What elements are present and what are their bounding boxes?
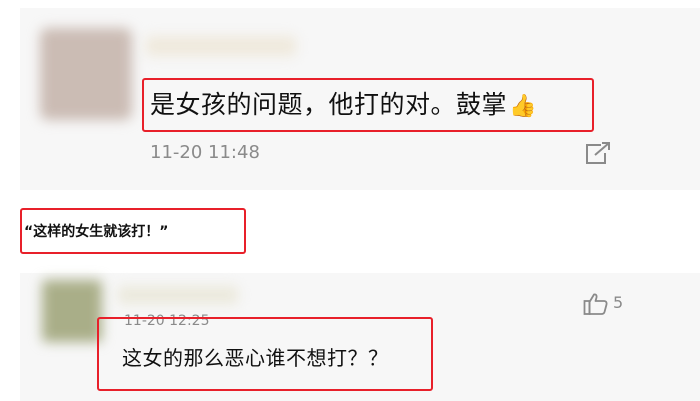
thumbs-up-outline-icon[interactable] — [583, 292, 609, 316]
comment-text-bottom: 这女的那么恶心谁不想打？？ — [122, 346, 389, 370]
comment-text-top-label: 是女孩的问题，他打的对。鼓掌 — [150, 90, 508, 119]
username-blurred-bottom — [118, 286, 238, 304]
username-blurred-top — [146, 36, 296, 56]
caption-text: “这样的女生就该打！” — [24, 224, 169, 240]
like-count: 5 — [613, 293, 624, 312]
timestamp-top: 11-20 11:48 — [150, 142, 260, 163]
avatar-blurred-bottom[interactable] — [42, 280, 102, 342]
thumbs-up-emoji-icon: 👍 — [509, 94, 537, 119]
comment-text-top: 是女孩的问题，他打的对。鼓掌👍 — [150, 85, 537, 121]
avatar-blurred-top[interactable] — [40, 28, 132, 120]
share-external-icon[interactable] — [583, 141, 613, 167]
